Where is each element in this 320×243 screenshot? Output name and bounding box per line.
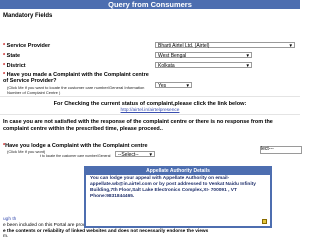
page-header: Query from Consumers xyxy=(0,0,300,9)
chevron-down-icon: ▼ xyxy=(148,152,153,157)
section-title: Mandatory Fields xyxy=(3,13,53,19)
select-partial[interactable]: lect--- xyxy=(260,146,302,154)
complaint-question-label: * Have you made a Complaint with the Com… xyxy=(3,72,149,84)
service-provider-label: * Service Provider xyxy=(3,43,51,49)
district-select[interactable]: Kolkata ▼ xyxy=(155,62,252,69)
status-link[interactable]: http://airtel.in/airtelpresence xyxy=(121,108,180,113)
locate-complaint-centre-link[interactable]: (Click Me if you want to locate the cust… xyxy=(7,85,157,95)
appellate-authority-popup: Appellate Authority Details You can lodg… xyxy=(84,166,272,228)
divider xyxy=(0,96,300,97)
check-status-link-row: http://airtel.in/airtelpresence xyxy=(0,107,300,114)
popup-body: You can lodge your appeal with Appellate… xyxy=(90,176,256,199)
complaint-made-select[interactable]: Yes ▼ xyxy=(155,82,192,89)
state-label: * State xyxy=(3,53,21,59)
chevron-down-icon: ▼ xyxy=(288,43,293,48)
chevron-down-icon: ▼ xyxy=(245,63,250,68)
not-satisfied-text: In case you are not satisfied with the r… xyxy=(3,119,273,132)
close-icon[interactable] xyxy=(262,219,267,224)
appellate-select[interactable]: --Select-- ▼ xyxy=(115,151,155,158)
popup-title: Appellate Authority Details xyxy=(86,168,270,175)
chevron-down-icon: ▼ xyxy=(245,53,250,58)
state-select[interactable]: West Bengal ▼ xyxy=(155,52,252,59)
chevron-down-icon: ▼ xyxy=(185,83,190,88)
divider xyxy=(0,114,300,115)
district-label: * District xyxy=(3,63,26,69)
service-provider-select[interactable]: Bharti Airtel Ltd. (Airtel) ▼ xyxy=(155,42,295,49)
